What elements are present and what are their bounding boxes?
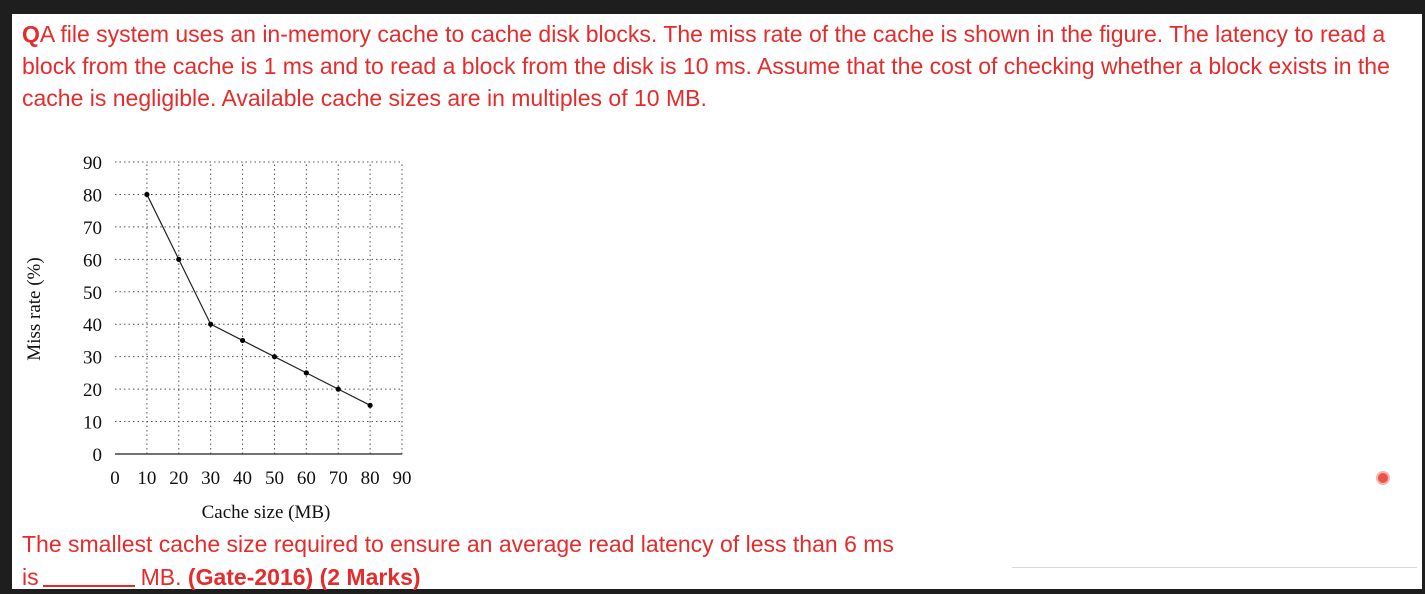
series-line xyxy=(146,194,371,406)
red-dot-marker xyxy=(1378,473,1388,483)
data-point xyxy=(367,402,373,408)
y-tick-label: 70 xyxy=(83,218,102,239)
x-axis-label: Cache size (MB) xyxy=(202,502,331,523)
data-point xyxy=(144,191,150,198)
y-axis-label: Miss rate (%) xyxy=(24,257,45,360)
faint-divider xyxy=(1012,567,1417,568)
y-tick-label: 60 xyxy=(83,250,102,271)
y-tick-label: 30 xyxy=(83,348,102,369)
y-tick-label: 0 xyxy=(93,445,103,466)
y-tick-label: 10 xyxy=(83,413,102,434)
x-tick-label: 20 xyxy=(169,468,188,489)
data-point xyxy=(335,386,341,392)
answer-blank xyxy=(42,565,135,587)
answer-line: The smallest cache size required to ensu… xyxy=(22,531,894,557)
data-point xyxy=(239,337,246,344)
question-text: QA file system uses an in-memory cache t… xyxy=(22,18,1417,114)
x-tick-label: 50 xyxy=(265,468,284,489)
x-tick-label: 0 xyxy=(110,468,120,489)
x-tick-label: 90 xyxy=(393,468,412,489)
data-point xyxy=(303,370,309,376)
chart-grid xyxy=(115,161,403,454)
x-tick-label: 80 xyxy=(361,468,380,489)
answer-suffix: MB. xyxy=(140,564,182,590)
miss-rate-chart: 0 10 20 30 40 50 60 70 80 90 0 10 20 30 40 50 60 70 80 90 C… xyxy=(24,153,412,523)
question-label: Q xyxy=(22,21,40,47)
exam-reference: (Gate-2016) (2 Marks) xyxy=(187,564,421,590)
x-tick-label: 10 xyxy=(137,468,156,489)
data-point xyxy=(176,256,182,262)
y-tick-label: 40 xyxy=(83,315,102,336)
data-point xyxy=(271,354,278,360)
x-tick-label: 40 xyxy=(233,468,252,489)
question-body: A file system uses an in-memory cache to… xyxy=(22,21,1390,111)
document-page: QA file system uses an in-memory cache t… xyxy=(12,14,1422,590)
y-tick-label: 80 xyxy=(83,185,102,206)
data-point xyxy=(208,321,214,327)
y-tick-label: 90 xyxy=(83,153,102,174)
answer-prompt: The smallest cache size required to ensu… xyxy=(22,528,1222,594)
x-tick-label: 60 xyxy=(297,468,316,489)
y-tick-label: 50 xyxy=(83,283,102,304)
y-tick-label: 20 xyxy=(83,380,102,401)
x-tick-label: 70 xyxy=(329,468,348,489)
answer-is-label: is xyxy=(22,564,39,590)
x-tick-label: 30 xyxy=(201,468,220,489)
chart-tick-labels: 0 10 20 30 40 50 60 70 80 90 0 10 20 30 40 50 60 70 80 90 xyxy=(83,153,412,489)
